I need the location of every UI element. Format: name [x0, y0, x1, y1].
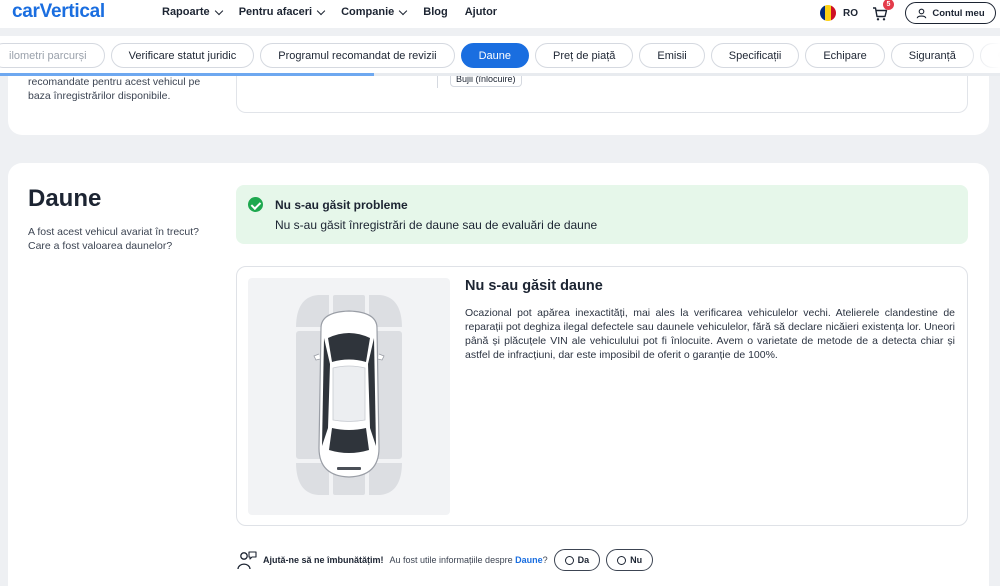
feedback-question: Au fost utile informațiile despre Daune?	[390, 555, 548, 565]
scroll-progress-track	[0, 73, 1000, 76]
romania-flag-icon	[820, 5, 836, 21]
report-sections-tabs: ilometri parcurși Verificare statut jurid…	[0, 36, 1000, 76]
tab-echipare[interactable]: Echipare	[805, 43, 885, 68]
account-button[interactable]: Contul meu	[905, 2, 996, 24]
cart-count-badge: 5	[883, 0, 894, 10]
damage-details-box: Nu s-au găsit daune Ocazional pot apărea…	[236, 266, 968, 526]
tab-programul-recomandat-de-revizii[interactable]: Programul recomandat de revizii	[260, 43, 455, 68]
feedback-no-label: Nu	[630, 555, 643, 565]
no-problems-alert: Nu s-au găsit probleme Nu s-au găsit înr…	[236, 185, 968, 244]
section-subtitle: A fost acest vehicul avariat în trecut? …	[28, 226, 200, 252]
watermark: AUTENTIFIC	[8, 553, 164, 578]
tab-emisii[interactable]: Emisii	[639, 43, 705, 68]
no-damage-title: Nu s-au găsit daune	[465, 278, 603, 294]
tab-verificare-statut-juridic[interactable]: Verificare statut juridic	[110, 43, 255, 68]
nav-companie[interactable]: Companie	[341, 6, 408, 18]
nav-blog[interactable]: Blog	[423, 6, 447, 18]
feedback-yes-label: Da	[577, 555, 590, 565]
chevron-down-icon	[399, 6, 408, 15]
feedback-yes-button[interactable]: Da	[553, 549, 601, 571]
alert-text: Nu s-au găsit înregistrări de daune sau …	[275, 218, 598, 232]
tab-daune[interactable]: Daune	[460, 43, 530, 68]
feedback-ask: Ajută-ne să ne îmbunătățim!	[263, 555, 384, 565]
nav-companie-label: Companie	[341, 6, 395, 18]
car-diagram-panel	[248, 278, 450, 515]
carvertical-logo[interactable]: carVertical	[12, 1, 105, 23]
tab-ilometri-parcursi[interactable]: ilometri parcurși	[0, 43, 105, 68]
feedback-question-text: Au fost utile informațiile despre	[389, 555, 513, 565]
tab-pret-de-piata[interactable]: Preț de piață	[535, 43, 634, 68]
no-damage-disclaimer: Ocazional pot apărea inexactități, mai a…	[465, 307, 955, 361]
tab-specificatii[interactable]: Specificații	[710, 43, 800, 68]
tabs-list: ilometri parcurși Verificare statut jurid…	[0, 43, 1000, 68]
feedback-question-mark: ?	[542, 555, 548, 565]
feedback-no-button[interactable]: Nu	[606, 549, 654, 571]
scroll-progress-fill	[0, 73, 374, 76]
damage-section-card: Daune A fost acest vehicul avariat în tr…	[8, 163, 989, 586]
feedback-bar: Ajută-ne să ne îmbunătățim! Au fost util…	[236, 549, 654, 571]
language-code: RO	[843, 7, 858, 19]
feedback-person-icon	[237, 551, 257, 570]
account-button-label: Contul meu	[932, 7, 985, 19]
nav-rapoarte-label: Rapoarte	[162, 6, 210, 18]
chevron-down-icon	[316, 6, 326, 15]
user-icon	[917, 8, 927, 18]
section-title: Daune	[28, 185, 102, 212]
feedback-topic-link[interactable]: Daune	[515, 555, 543, 565]
nav-pentru-afaceri[interactable]: Pentru afaceri	[238, 6, 326, 18]
tabs-scroll-fade	[960, 36, 1000, 73]
nav-ajutor-label: Ajutor	[464, 6, 498, 18]
language-selector[interactable]: RO	[820, 5, 858, 21]
smile-icon	[564, 555, 574, 565]
neutral-face-icon	[617, 555, 627, 565]
previous-section-description: recomandate pentru acest vehicul pe baza…	[28, 76, 201, 102]
check-circle-icon	[248, 197, 263, 212]
top-header: carVertical Rapoarte Pentru afaceri Comp…	[0, 0, 1000, 28]
nav-ajutor[interactable]: Ajutor	[465, 6, 497, 18]
alert-title: Nu s-au găsit probleme	[275, 198, 408, 212]
nav-pentru-afaceri-label: Pentru afaceri	[238, 6, 313, 18]
car-top-view-icon	[293, 293, 405, 497]
chevron-down-icon	[214, 6, 223, 15]
nav-blog-label: Blog	[423, 6, 448, 18]
nav-rapoarte[interactable]: Rapoarte	[162, 6, 223, 18]
main-nav: Rapoarte Pentru afaceri Companie Blog Aj…	[162, 6, 514, 18]
